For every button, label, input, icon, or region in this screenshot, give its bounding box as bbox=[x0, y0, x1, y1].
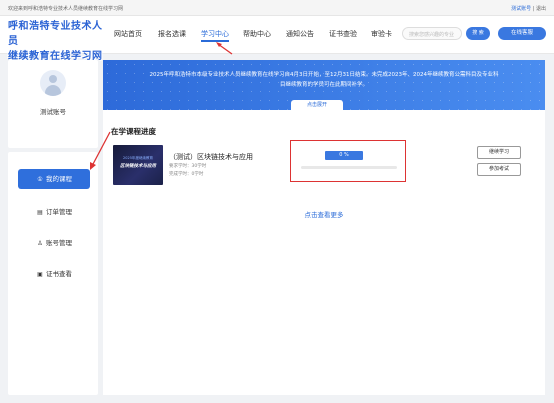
annotation-arrow-menu-icon bbox=[90, 131, 111, 170]
annotation-arrow-nav-icon bbox=[216, 42, 233, 55]
annotation-arrows bbox=[90, 42, 233, 170]
